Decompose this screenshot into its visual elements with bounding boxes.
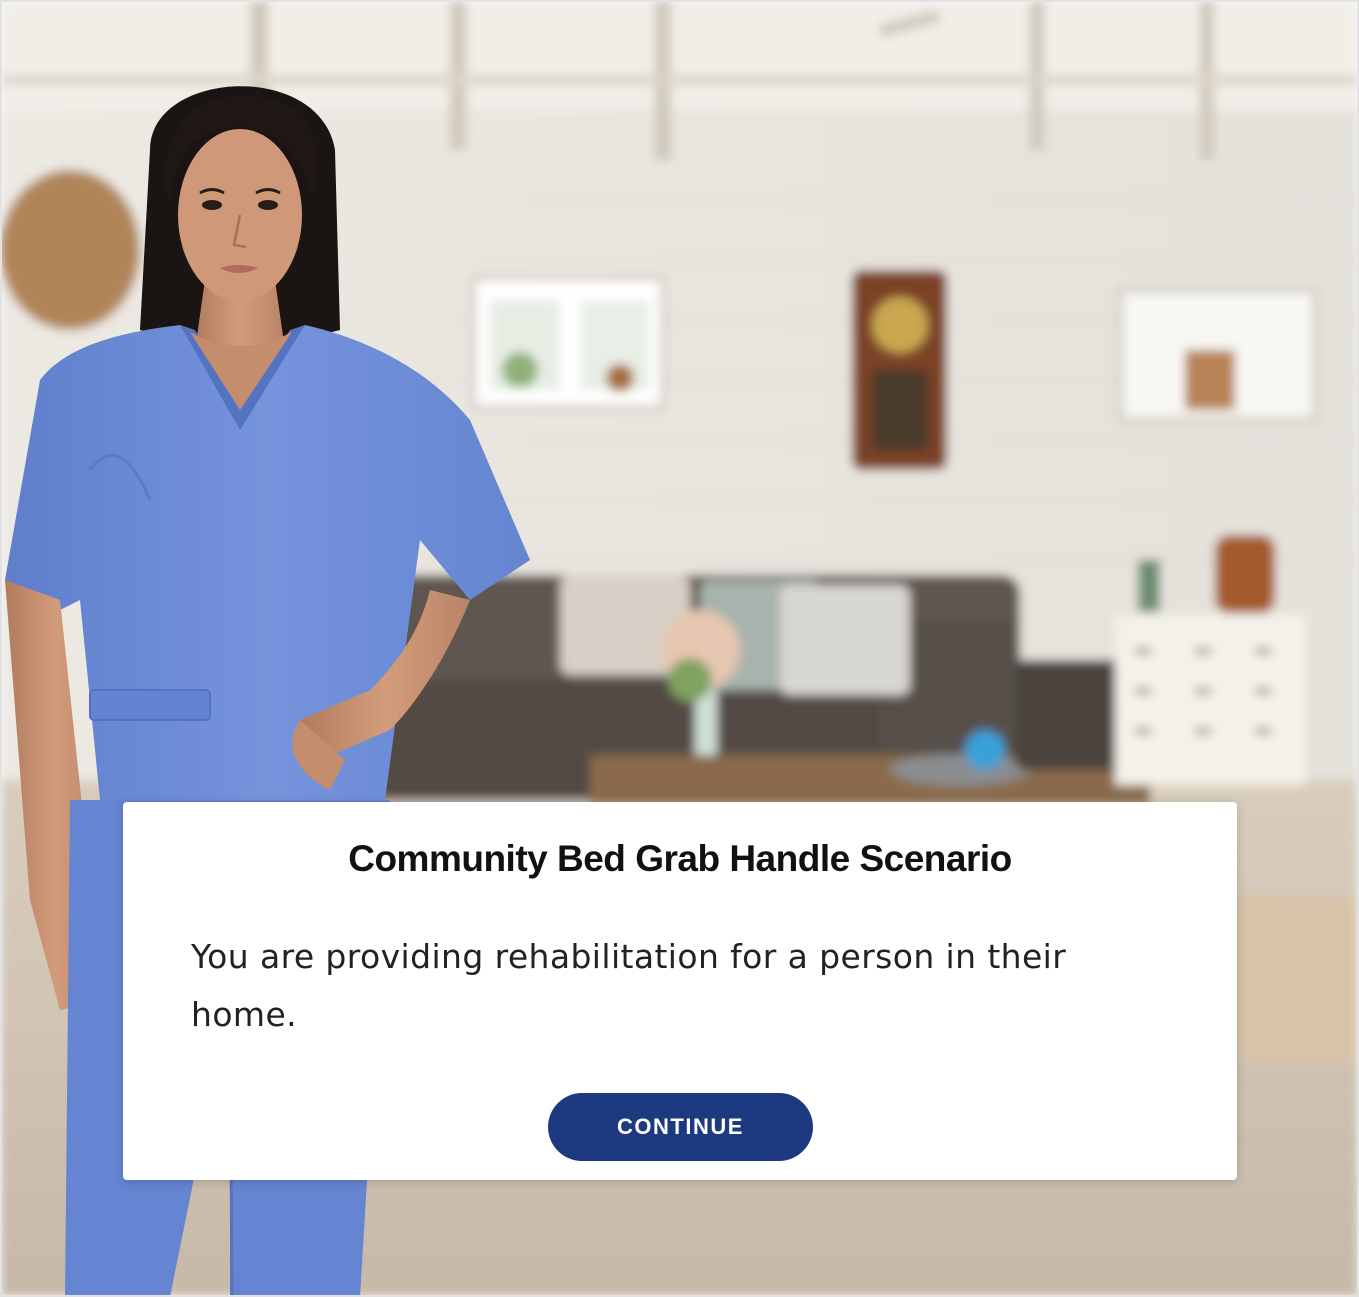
continue-button[interactable]: CONTINUE — [548, 1093, 813, 1161]
scenario-dialog: Community Bed Grab Handle Scenario You a… — [123, 802, 1237, 1180]
dialog-body-text: You are providing rehabilitation for a p… — [191, 937, 1067, 1034]
scenario-screen: Community Bed Grab Handle Scenario You a… — [0, 0, 1359, 1297]
dialog-title: Community Bed Grab Handle Scenario — [348, 838, 1012, 879]
